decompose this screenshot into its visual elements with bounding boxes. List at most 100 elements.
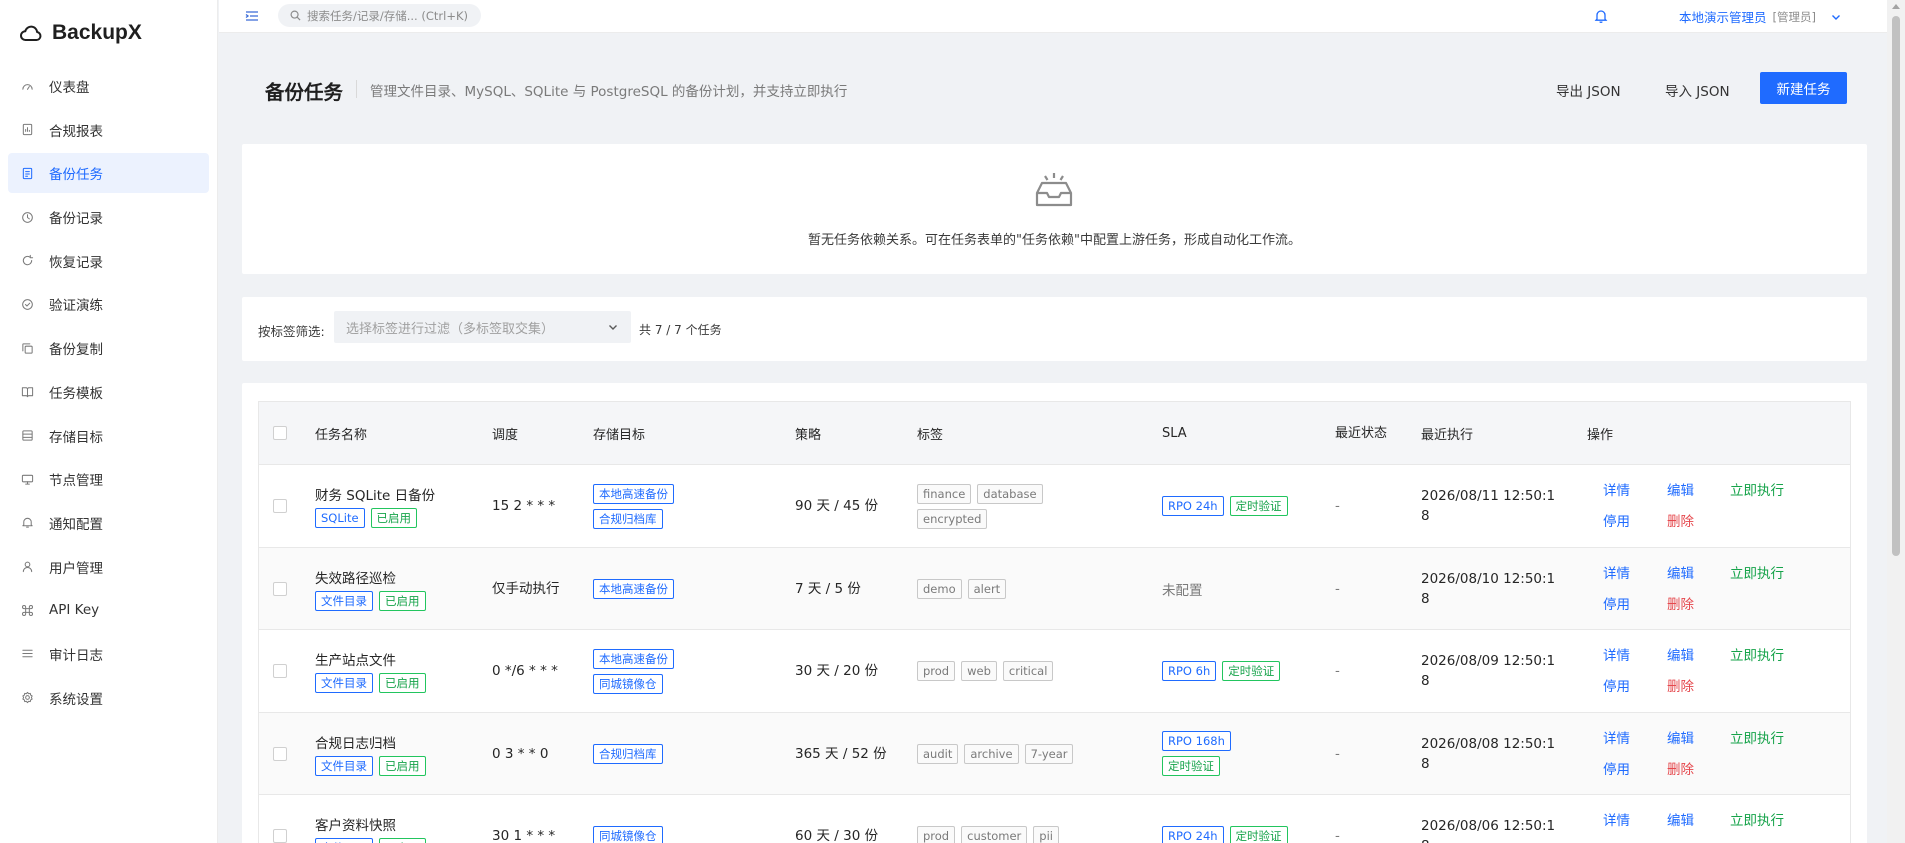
storage-tag: 合规归档库 (593, 508, 663, 529)
sidebar-item-dashboard[interactable]: 仪表盘 (8, 66, 209, 106)
edit-link[interactable]: 编辑 (1667, 644, 1694, 664)
import-json-button[interactable]: 导入 JSON (1665, 80, 1730, 100)
task-name[interactable]: 失效路径巡检 (315, 567, 485, 587)
sidebar-item-list[interactable]: 审计日志 (8, 634, 209, 674)
scroll-up-icon[interactable] (1892, 4, 1900, 9)
app-logo[interactable]: BackupX (0, 0, 217, 66)
empty-inbox-icon (1035, 173, 1073, 207)
column-header-policy: 策略 (795, 428, 822, 443)
sidebar-item-label: 通知配置 (49, 516, 103, 533)
row-checkbox[interactable] (273, 499, 287, 513)
user-menu[interactable]: 本地演示管理员 [管理员] (1679, 7, 1842, 26)
edit-link[interactable]: 编辑 (1667, 562, 1694, 582)
sla-empty: 未配置 (1162, 582, 1203, 599)
edit-link[interactable]: 编辑 (1667, 809, 1694, 829)
sidebar-item-report[interactable]: 合规报表 (8, 110, 209, 150)
label-tag: web (961, 661, 997, 681)
schedule-value: 0 */6 * * * (492, 663, 558, 679)
sidebar-item-label: 恢复记录 (49, 254, 103, 271)
disable-link[interactable]: 停用 (1603, 593, 1630, 613)
select-all-checkbox[interactable] (273, 426, 287, 440)
table-row: 失效路径巡检 文件目录 已启用 仅手动执行 本地高速备份 7 天 / 5 份 demo ale… (259, 547, 1850, 630)
detail-link[interactable]: 详情 (1603, 644, 1630, 664)
disable-link[interactable]: 停用 (1603, 675, 1630, 695)
row-checkbox[interactable] (273, 746, 287, 761)
menu-fold-icon[interactable] (245, 9, 259, 23)
delete-link[interactable]: 删除 (1667, 675, 1694, 695)
storage-tag: 合规归档库 (593, 743, 663, 764)
global-search-input[interactable]: 搜索任务/记录/存储... (Ctrl+K) (278, 4, 481, 27)
delete-link[interactable]: 删除 (1667, 758, 1694, 778)
report-icon (20, 123, 34, 137)
search-icon (290, 10, 301, 21)
delete-link[interactable]: 删除 (1667, 593, 1694, 613)
sidebar-nav: 仪表盘合规报表备份任务备份记录恢复记录验证演练 备份复制任务模板存储目标 节点管理通… (0, 66, 217, 718)
cloud-icon (20, 25, 42, 42)
sla-cell: RPO 24h 定时验证 (1162, 465, 1322, 547)
last-run-cell: 2026/08/06 12:50:18 (1421, 795, 1561, 843)
task-dependency-card: 暂无任务依赖关系。可在任务表单的"任务依赖"中配置上游任务，形成自动化工作流。 (242, 144, 1867, 274)
sidebar-item-restore[interactable]: 恢复记录 (8, 241, 209, 281)
sidebar-item-storage[interactable]: 存储目标 (8, 416, 209, 456)
label-tag: pii (1033, 826, 1059, 843)
edit-link[interactable]: 编辑 (1667, 479, 1694, 499)
user-name: 本地演示管理员 (1679, 10, 1767, 25)
task-name[interactable]: 合规日志归档 (315, 732, 485, 752)
task-name-cell: 失效路径巡检 文件目录 已启用 (315, 548, 485, 630)
tag-filter-select[interactable]: 选择标签进行过滤（多标签取交集） (334, 311, 631, 343)
task-table-card: 任务名称 调度 存储目标 策略 标签 SLA 最近状态 最近执行 操作 财务 S… (242, 383, 1867, 843)
detail-link[interactable]: 详情 (1603, 809, 1630, 829)
storage-tag: 同城镜像仓 (593, 826, 663, 843)
notification-bell-icon[interactable] (1594, 8, 1608, 24)
task-name[interactable]: 客户资料快照 (315, 814, 485, 834)
run-now-link[interactable]: 立即执行 (1730, 727, 1784, 747)
status-value: - (1335, 580, 1340, 597)
sidebar-item-verify[interactable]: 验证演练 (8, 284, 209, 324)
sidebar-item-copy[interactable]: 备份复制 (8, 328, 209, 368)
run-now-link[interactable]: 立即执行 (1730, 479, 1784, 499)
sidebar-item-node[interactable]: 节点管理 (8, 459, 209, 499)
detail-link[interactable]: 详情 (1603, 562, 1630, 582)
sidebar: BackupX 仪表盘合规报表备份任务备份记录恢复记录验证演练 备份复制任务模板存… (0, 0, 218, 843)
sidebar-item-settings[interactable]: 系统设置 (8, 678, 209, 718)
column-header-sla: SLA (1162, 426, 1187, 441)
sidebar-item-history[interactable]: 备份记录 (8, 197, 209, 237)
run-now-link[interactable]: 立即执行 (1730, 562, 1784, 582)
sidebar-item-bell[interactable]: 通知配置 (8, 503, 209, 543)
disable-link[interactable]: 停用 (1603, 758, 1630, 778)
sidebar-item-label: 合规报表 (49, 123, 103, 140)
sidebar-item-user[interactable]: 用户管理 (8, 547, 209, 587)
task-count: 共 7 / 7 个任务 (639, 323, 722, 337)
detail-link[interactable]: 详情 (1603, 479, 1630, 499)
delete-link[interactable]: 删除 (1667, 510, 1694, 530)
list-icon (20, 647, 34, 661)
page-description: 管理文件目录、MySQL、SQLite 与 PostgreSQL 的备份计划，并… (370, 84, 848, 100)
storage-cell: 合规归档库 (593, 713, 783, 795)
run-now-link[interactable]: 立即执行 (1730, 644, 1784, 664)
export-json-button[interactable]: 导出 JSON (1556, 80, 1621, 100)
sidebar-item-template[interactable]: 任务模板 (8, 372, 209, 412)
sidebar-item-label: 任务模板 (49, 385, 103, 402)
disable-link[interactable]: 停用 (1603, 510, 1630, 530)
sidebar-item-task[interactable]: 备份任务 (8, 153, 209, 194)
sidebar-item-label: 备份任务 (49, 167, 103, 184)
row-checkbox[interactable] (273, 664, 287, 678)
detail-link[interactable]: 详情 (1603, 727, 1630, 747)
edit-link[interactable]: 编辑 (1667, 727, 1694, 747)
scrollbar-thumb[interactable] (1892, 16, 1900, 556)
table-header: 任务名称 调度 存储目标 策略 标签 SLA 最近状态 最近执行 操作 (259, 402, 1850, 465)
create-task-button[interactable]: 新建任务 (1760, 72, 1847, 104)
task-name-cell: 财务 SQLite 日备份 SQLite 已启用 (315, 465, 485, 547)
last-run-value: 2026/08/06 12:50:18 (1421, 818, 1556, 843)
row-checkbox[interactable] (273, 581, 287, 596)
run-now-link[interactable]: 立即执行 (1730, 809, 1784, 829)
task-name[interactable]: 生产站点文件 (315, 649, 485, 669)
page-title: 备份任务 (265, 81, 344, 104)
vertical-scrollbar[interactable] (1887, 0, 1905, 843)
schedule-cell: 15 2 * * * (492, 465, 564, 547)
task-name[interactable]: 财务 SQLite 日备份 (315, 484, 485, 504)
sidebar-item-command[interactable]: API Key (8, 590, 209, 630)
row-checkbox[interactable] (273, 829, 287, 843)
storage-cell: 本地高速备份 同城镜像仓 (593, 630, 783, 712)
last-run-cell: 2026/08/08 12:50:18 (1421, 713, 1561, 795)
